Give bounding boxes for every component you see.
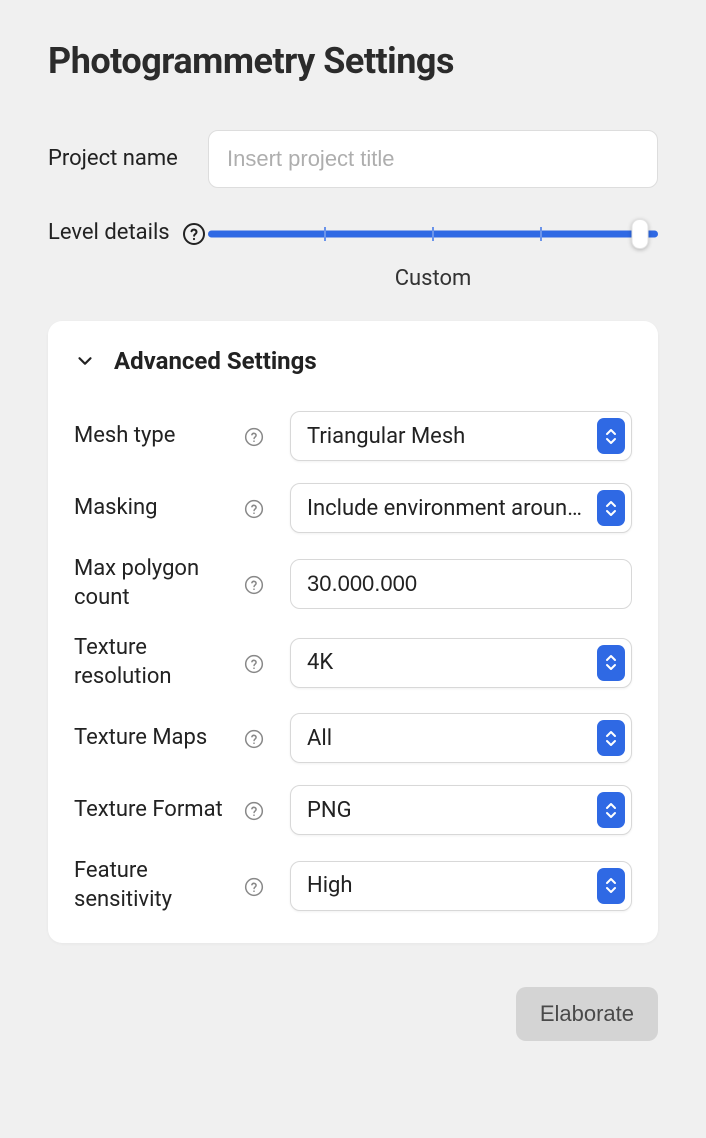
mesh-type-label: Mesh type [74, 422, 175, 451]
help-icon[interactable] [244, 801, 264, 821]
texture-resolution-row: Texture resolution 4K [74, 634, 632, 691]
feature-sensitivity-select[interactable]: High [290, 861, 632, 911]
elaborate-button[interactable]: Elaborate [516, 987, 658, 1041]
slider-thumb[interactable] [632, 219, 649, 249]
help-icon[interactable] [244, 499, 264, 519]
level-details-slider[interactable] [208, 222, 658, 246]
texture-maps-select[interactable]: All [290, 713, 632, 763]
help-icon[interactable] [244, 575, 264, 595]
help-icon[interactable] [244, 877, 264, 897]
project-name-label: Project name [48, 144, 178, 174]
advanced-settings-toggle[interactable]: Advanced Settings [74, 347, 632, 375]
project-name-input[interactable] [208, 130, 658, 188]
stepper-icon [597, 418, 625, 454]
masking-select[interactable]: Include environment around object [290, 483, 632, 533]
masking-value: Include environment around object [307, 496, 585, 521]
level-details-value: Custom [208, 266, 658, 291]
max-polygon-label: Max polygon count [74, 555, 244, 612]
feature-sensitivity-label: Feature sensitivity [74, 857, 244, 914]
mesh-type-select[interactable]: Triangular Mesh [290, 411, 632, 461]
mesh-type-row: Mesh type Triangular Mesh [74, 411, 632, 461]
mesh-type-value: Triangular Mesh [307, 424, 585, 449]
texture-resolution-value: 4K [307, 650, 585, 675]
project-name-row: Project name [48, 130, 658, 188]
texture-maps-label: Texture Maps [74, 724, 207, 753]
texture-resolution-select[interactable]: 4K [290, 638, 632, 688]
help-icon[interactable] [244, 427, 264, 447]
stepper-icon [597, 645, 625, 681]
feature-sensitivity-row: Feature sensitivity High [74, 857, 632, 914]
stepper-icon [597, 868, 625, 904]
max-polygon-row: Max polygon count [74, 555, 632, 612]
advanced-settings-title: Advanced Settings [114, 347, 317, 375]
help-icon[interactable] [244, 729, 264, 749]
stepper-icon [597, 490, 625, 526]
texture-maps-value: All [307, 726, 585, 751]
texture-format-value: PNG [307, 798, 585, 823]
help-icon[interactable] [182, 222, 206, 246]
stepper-icon [597, 720, 625, 756]
stepper-icon [597, 792, 625, 828]
level-details-label: Level details [48, 218, 170, 248]
level-details-row: Level details Custom [48, 218, 658, 291]
texture-format-label: Texture Format [74, 796, 223, 825]
max-polygon-input[interactable] [290, 559, 632, 609]
chevron-down-icon [74, 350, 96, 372]
feature-sensitivity-value: High [307, 873, 585, 898]
masking-row: Masking Include environment around objec… [74, 483, 632, 533]
texture-format-select[interactable]: PNG [290, 785, 632, 835]
help-icon[interactable] [244, 654, 264, 674]
texture-maps-row: Texture Maps All [74, 713, 632, 763]
texture-format-row: Texture Format PNG [74, 785, 632, 835]
page-title: Photogrammetry Settings [48, 40, 658, 82]
texture-resolution-label: Texture resolution [74, 634, 244, 691]
advanced-settings-card: Advanced Settings Mesh type Triangular M… [48, 321, 658, 943]
masking-label: Masking [74, 494, 158, 523]
